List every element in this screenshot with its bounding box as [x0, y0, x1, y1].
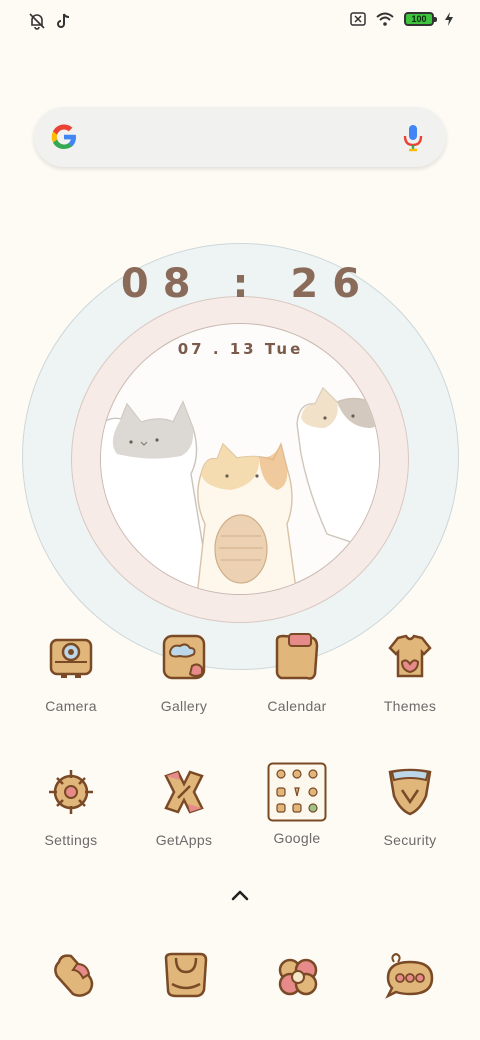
- app-google-folder[interactable]: Google: [241, 762, 353, 846]
- app-security[interactable]: Security: [354, 766, 466, 848]
- status-bar: 100: [0, 0, 480, 44]
- notifications-muted-icon: [29, 13, 45, 30]
- battery-icon: 100: [404, 12, 437, 26]
- app-label-google: Google: [273, 830, 321, 846]
- tiktok-icon: [57, 13, 70, 28]
- wifi-icon: [376, 12, 394, 26]
- camera-icon: [49, 638, 93, 678]
- app-getapps[interactable]: GetApps: [128, 766, 240, 848]
- sim-none-icon: [350, 12, 366, 26]
- app-label-themes: Themes: [383, 698, 437, 714]
- app-label-gallery: Gallery: [160, 698, 208, 714]
- widget-inner-circle: [100, 323, 380, 595]
- google-search-bar[interactable]: [34, 107, 446, 167]
- phone-icon[interactable]: [49, 950, 101, 1002]
- clock-widget[interactable]: 08 : 26 07 . 13 Tue: [22, 243, 459, 670]
- google-logo-icon: [51, 124, 76, 149]
- app-camera[interactable]: Camera: [15, 632, 127, 714]
- app-label-camera: Camera: [45, 698, 97, 714]
- browser-icon[interactable]: [160, 950, 212, 1002]
- security-icon: [388, 768, 432, 816]
- charging-icon: [445, 12, 453, 26]
- messages-icon[interactable]: [384, 950, 436, 1002]
- app-gallery[interactable]: Gallery: [128, 632, 240, 714]
- microphone-icon[interactable]: [402, 123, 424, 153]
- settings-icon: [49, 770, 93, 814]
- themes-icon: [388, 634, 432, 678]
- status-right: 100: [350, 12, 454, 26]
- status-left: [28, 12, 70, 30]
- clock-date: 07 . 13 Tue: [177, 340, 304, 358]
- getapps-icon: [164, 770, 204, 814]
- browser-flower-icon[interactable]: [272, 950, 324, 1002]
- cats-illustration-icon: [101, 380, 379, 594]
- gallery-icon: [162, 634, 206, 680]
- chevron-up-icon[interactable]: [230, 888, 250, 902]
- app-calendar[interactable]: Calendar: [241, 632, 353, 714]
- app-label-security: Security: [383, 832, 437, 848]
- battery-level: 100: [411, 13, 427, 24]
- app-label-calendar: Calendar: [267, 698, 327, 714]
- calendar-icon: [275, 633, 319, 680]
- app-settings[interactable]: Settings: [15, 766, 127, 848]
- app-label-settings: Settings: [44, 832, 98, 848]
- app-label-getapps: GetApps: [155, 832, 213, 848]
- app-themes[interactable]: Themes: [354, 632, 466, 714]
- clock-time: 08 : 26: [120, 261, 375, 307]
- google-folder-icon: [267, 762, 327, 822]
